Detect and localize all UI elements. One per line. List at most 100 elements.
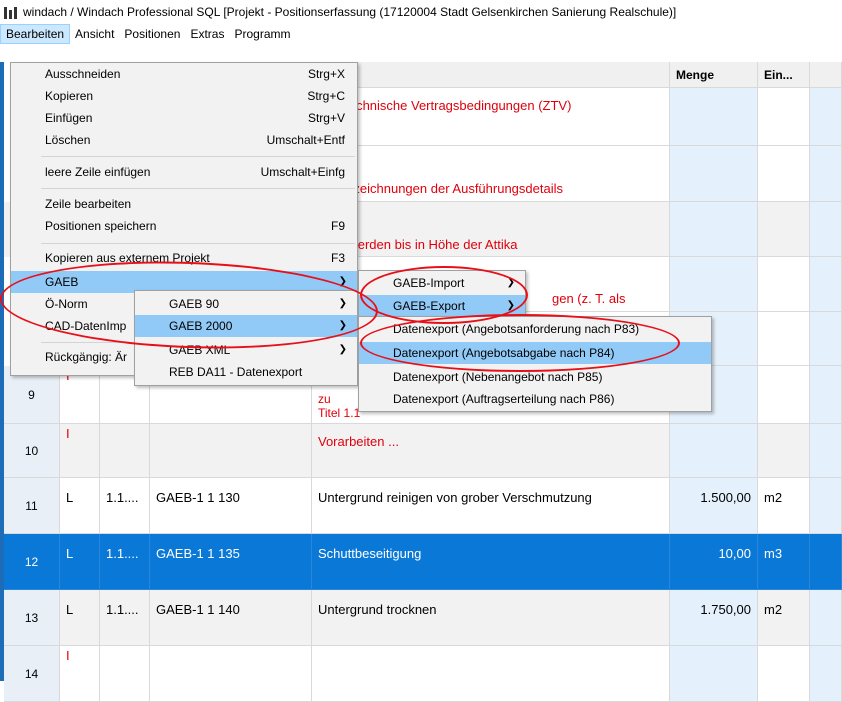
row-number[interactable]: 13: [4, 590, 60, 646]
row-menge: [670, 257, 758, 312]
row-number[interactable]: 10: [4, 424, 60, 478]
menu-item-gaeb2000[interactable]: GAEB 2000 ❯: [135, 315, 357, 337]
menu-extras[interactable]: Extras: [185, 24, 229, 44]
menu-item-label: Kopieren aus externem Projekt: [45, 251, 210, 265]
window-title: windach / Windach Professional SQL [Proj…: [23, 5, 677, 19]
row-text: Vorarbeiten ...: [312, 424, 670, 478]
menu-item-label: Kopieren: [45, 89, 94, 103]
menu-item-label: CAD-DatenImp: [45, 319, 127, 333]
menu-item-shortcut: Strg+V: [307, 111, 345, 125]
menu-item-gaeb90[interactable]: GAEB 90 ❯: [135, 293, 357, 315]
row-text: tails rkstattzeichnungen der Ausführungs…: [312, 146, 670, 202]
menu-separator: [41, 156, 355, 157]
menu-separator: [41, 243, 355, 244]
row-menge: 1.500,00: [670, 478, 758, 534]
row-extra: [810, 88, 842, 146]
row-extra: [810, 146, 842, 202]
row-art: I: [60, 424, 100, 478]
col-header-text[interactable]: nung: [312, 62, 670, 88]
menu-bearbeiten[interactable]: Bearbeiten: [0, 24, 71, 44]
row-einheit: m3: [758, 534, 810, 590]
menu-item-gaeb-import[interactable]: GAEB-Import ❯: [359, 272, 525, 294]
row-extra: [810, 478, 842, 534]
table-row[interactable]: 13 L 1.1.... GAEB-1 1 140 Untergrund tro…: [4, 590, 842, 646]
menu-item-gaebxml[interactable]: GAEB XML ❯: [135, 339, 357, 361]
menu-item-export-p85[interactable]: Datenexport (Nebenangebot nach P85): [359, 366, 711, 388]
chevron-right-icon: ❯: [506, 277, 515, 288]
menu-item-leere-zeile[interactable]: leere Zeile einfügen Umschalt+Einfg: [11, 161, 357, 183]
row-text: Schuttbeseitigung: [312, 534, 670, 590]
row-text-line: rüste: [318, 210, 663, 225]
row-einheit: [758, 366, 810, 424]
row-extra: [810, 646, 842, 702]
row-text-line: che Technische Vertragsbedingungen (ZTV): [318, 98, 572, 113]
menu-item-shortcut: Umschalt+Entf: [266, 133, 345, 147]
gaeb-submenu: GAEB 90 ❯ GAEB 2000 ❯ GAEB XML ❯ REB DA1…: [134, 290, 358, 386]
row-text-line: gen (z. T. als: [552, 291, 626, 306]
export-submenu: Datenexport (Angebotsanforderung nach P8…: [358, 316, 712, 412]
row-text: che Technische Vertragsbedingungen (ZTV)…: [312, 88, 670, 146]
row-menge: 1.750,00: [670, 590, 758, 646]
menu-item-label: Ö-Norm: [45, 297, 88, 311]
row-oz: 1.1....: [100, 478, 150, 534]
menu-item-label: leere Zeile einfügen: [45, 165, 151, 179]
row-text-line: in: [318, 119, 663, 134]
menu-item-shortcut: F9: [330, 219, 345, 233]
table-row-selected[interactable]: 12 L 1.1.... GAEB-1 1 135 Schuttbeseitig…: [4, 534, 842, 590]
row-art: L: [60, 534, 100, 590]
table-row[interactable]: 14 I: [4, 646, 842, 702]
row-extra: [810, 202, 842, 257]
row-extra: [810, 534, 842, 590]
row-extra: [810, 257, 842, 312]
menu-item-shortcut: Strg+X: [307, 67, 345, 81]
row-number[interactable]: 12: [4, 534, 60, 590]
menu-item-einfuegen[interactable]: Einfügen Strg+V: [11, 107, 357, 129]
menu-item-positionen-speichern[interactable]: Positionen speichern F9: [11, 215, 357, 237]
menu-item-ausschneiden[interactable]: Ausschneiden Strg+X: [11, 63, 357, 85]
menu-item-zeile-bearbeiten[interactable]: Zeile bearbeiten: [11, 193, 357, 215]
row-code: GAEB-1 1 140: [150, 590, 312, 646]
menu-item-export-p83[interactable]: Datenexport (Angebotsanforderung nach P8…: [359, 318, 711, 340]
table-row[interactable]: 11 L 1.1.... GAEB-1 1 130 Untergrund rei…: [4, 478, 842, 534]
row-menge: [670, 646, 758, 702]
col-header-einheit[interactable]: Ein...: [758, 62, 810, 88]
menu-item-label: Datenexport (Angebotsanforderung nach P8…: [393, 322, 640, 336]
menu-item-label: GAEB-Import: [393, 276, 465, 290]
row-extra: [810, 312, 842, 366]
menu-bar: Bearbeiten Ansicht Positionen Extras Pro…: [0, 24, 842, 44]
title-bar: windach / Windach Professional SQL [Proj…: [0, 0, 842, 24]
row-text-line: seits werden bis in Höhe der Attika: [318, 237, 518, 252]
menu-programm[interactable]: Programm: [229, 24, 295, 44]
app-icon: [4, 5, 18, 19]
row-einheit: [758, 257, 810, 312]
row-oz: 1.1....: [100, 590, 150, 646]
menu-item-label: Datenexport (Nebenangebot nach P85): [393, 370, 603, 384]
col-header-menge[interactable]: Menge: [670, 62, 758, 88]
row-art: L: [60, 590, 100, 646]
menu-item-label: REB DA11 - Datenexport: [169, 365, 303, 379]
row-code: [150, 646, 312, 702]
row-art: I: [60, 646, 100, 702]
menu-item-loeschen[interactable]: Löschen Umschalt+Entf: [11, 129, 357, 151]
row-number[interactable]: 14: [4, 646, 60, 702]
menu-item-label: Löschen: [45, 133, 91, 147]
row-text-line: rkstattzeichnungen der Ausführungsdetail…: [318, 181, 563, 196]
menu-ansicht[interactable]: Ansicht: [70, 24, 119, 44]
row-code: GAEB-1 1 135: [150, 534, 312, 590]
row-einheit: [758, 146, 810, 202]
chevron-right-icon: ❯: [338, 344, 347, 355]
menu-item-kopieren[interactable]: Kopieren Strg+C: [11, 85, 357, 107]
row-einheit: [758, 424, 810, 478]
table-row[interactable]: 10 I Vorarbeiten ...: [4, 424, 842, 478]
menu-positionen[interactable]: Positionen: [119, 24, 185, 44]
menu-item-label: Ausschneiden: [45, 67, 121, 81]
menu-item-kopieren-extern[interactable]: Kopieren aus externem Projekt F3: [11, 247, 357, 269]
menu-item-gaeb-export[interactable]: GAEB-Export ❯: [359, 295, 525, 317]
chevron-right-icon: ❯: [338, 298, 347, 309]
row-number[interactable]: 11: [4, 478, 60, 534]
row-menge: [670, 88, 758, 146]
menu-item-export-p84[interactable]: Datenexport (Angebotsabgabe nach P84): [359, 342, 711, 364]
menu-item-reb-da11[interactable]: REB DA11 - Datenexport: [135, 361, 357, 383]
row-einheit: [758, 88, 810, 146]
menu-item-export-p86[interactable]: Datenexport (Auftragserteilung nach P86): [359, 388, 711, 410]
